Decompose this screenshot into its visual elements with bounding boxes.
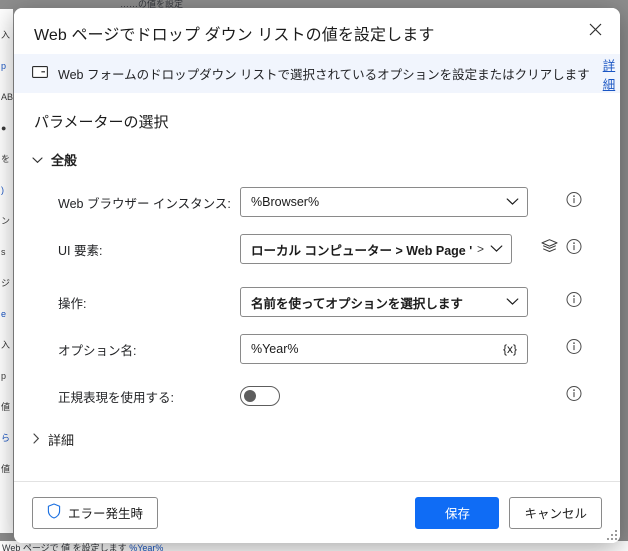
field-label-option-name: オプション名: <box>58 343 137 358</box>
field-row-operation: 操作: 名前を使ってオプションを選択します <box>14 287 620 317</box>
info-icon[interactable] <box>566 386 582 407</box>
toggle-knob <box>244 390 256 402</box>
field-label-browser-instance: Web ブラウザー インスタンス: <box>58 196 231 211</box>
background-text-fragment: ● <box>1 123 7 133</box>
field-label-ui-element: UI 要素: <box>58 243 103 258</box>
use-regex-toggle[interactable] <box>240 386 280 406</box>
chevron-down-icon <box>490 242 503 256</box>
chevron-down-icon <box>32 152 43 167</box>
close-button[interactable] <box>577 13 613 45</box>
option-name-field[interactable]: %Year% {x} <box>240 334 528 364</box>
background-text-fragment: e <box>1 309 7 319</box>
cancel-button[interactable]: キャンセル <box>509 496 602 529</box>
dropdown-list-icon <box>32 65 48 83</box>
background-text-fragment: を <box>1 154 11 164</box>
ui-element-suffix: > <box>476 242 484 256</box>
background-text-fragment: 入 <box>1 340 11 350</box>
field-label-use-regex: 正規表現を使用する: <box>58 390 174 405</box>
browser-instance-value: %Browser% <box>251 195 320 209</box>
banner-text: Web フォームのドロップダウン リストで選択されているオプションを設定またはク… <box>58 68 590 82</box>
dialog-body: パラメーターの選択 全般 Web ブラウザー インスタンス: %Browser% <box>14 93 620 481</box>
on-error-button[interactable]: エラー発生時 <box>32 496 159 529</box>
footer-actions: 保存 キャンセル <box>415 496 602 529</box>
group-header-advanced[interactable]: 詳細 <box>32 430 74 449</box>
info-icon[interactable] <box>566 292 582 313</box>
background-text-fragment: 値 <box>1 402 11 412</box>
field-row-browser-instance: Web ブラウザー インスタンス: %Browser% <box>14 187 620 217</box>
group-general-label: 全般 <box>51 153 78 168</box>
option-name-value[interactable]: %Year% <box>251 342 501 356</box>
save-button[interactable]: 保存 <box>415 496 500 529</box>
layers-icon[interactable] <box>541 239 558 260</box>
background-text-fragment: p <box>1 61 7 71</box>
save-label: 保存 <box>444 507 470 521</box>
field-label-operation: 操作: <box>58 296 87 311</box>
dialog-titlebar: Web ページでドロップ ダウン リストの値を設定します <box>14 8 620 54</box>
field-row-ui-element: UI 要素: ローカル コンピューター > Web Page 'h ... eg… <box>14 234 620 264</box>
background-text-fragment: s <box>1 247 6 257</box>
background-bottom-link: %Year% <box>129 543 164 551</box>
page-title: パラメーターの選択 <box>34 114 169 131</box>
on-error-label: エラー発生時 <box>68 507 144 521</box>
chevron-right-icon <box>32 432 40 447</box>
background-text-fragment: 入 <box>1 30 11 40</box>
operation-dropdown[interactable]: 名前を使ってオプションを選択します <box>240 287 528 317</box>
background-text-fragment: ン <box>1 216 11 226</box>
ui-element-value: ローカル コンピューター > Web Page 'h ... egist.htm… <box>251 243 473 258</box>
background-left-strip: 入 p AB ● を) ン s ジ e 入 p 値ら値 <box>0 8 13 533</box>
dialog-title: Web ページでドロップ ダウン リストの値を設定します <box>34 27 435 44</box>
group-advanced-label: 詳細 <box>48 433 75 448</box>
cancel-label: キャンセル <box>524 507 587 521</box>
shield-icon <box>47 503 61 522</box>
browser-instance-dropdown[interactable]: %Browser% <box>240 187 528 217</box>
info-icon[interactable] <box>566 192 582 213</box>
dialog-footer: エラー発生時 保存 キャンセル <box>14 481 620 543</box>
operation-value: 名前を使ってオプションを選択します <box>251 296 463 311</box>
background-text-fragment: ジ <box>1 278 11 288</box>
background-bottom-label: Web ページで 値 を設定します <box>2 543 127 551</box>
info-icon[interactable] <box>566 239 582 260</box>
close-icon <box>589 23 602 36</box>
background-text-fragment: ) <box>1 185 4 195</box>
field-row-option-name: オプション名: %Year% {x} <box>14 334 620 364</box>
group-header-general[interactable]: 全般 <box>32 150 77 169</box>
background-text-fragment: p <box>1 371 7 381</box>
chevron-down-icon <box>506 195 519 209</box>
set-dropdown-value-dialog: Web ページでドロップ ダウン リストの値を設定します Web フォームのドロ… <box>14 8 620 543</box>
background-text-fragment: AB <box>1 92 13 102</box>
banner-learn-more-link[interactable]: 詳細 <box>603 55 616 93</box>
background-text-fragment: ら <box>1 433 11 443</box>
info-icon[interactable] <box>566 339 582 360</box>
resize-grip[interactable] <box>605 528 617 540</box>
variable-picker-button[interactable]: {x} <box>501 342 519 356</box>
field-row-use-regex: 正規表現を使用する: <box>14 381 620 411</box>
chevron-down-icon <box>506 295 519 309</box>
background-text-fragment: 値 <box>1 464 11 474</box>
description-banner: Web フォームのドロップダウン リストで選択されているオプションを設定またはク… <box>14 54 620 93</box>
ui-element-selector[interactable]: ローカル コンピューター > Web Page 'h ... egist.htm… <box>240 234 512 264</box>
